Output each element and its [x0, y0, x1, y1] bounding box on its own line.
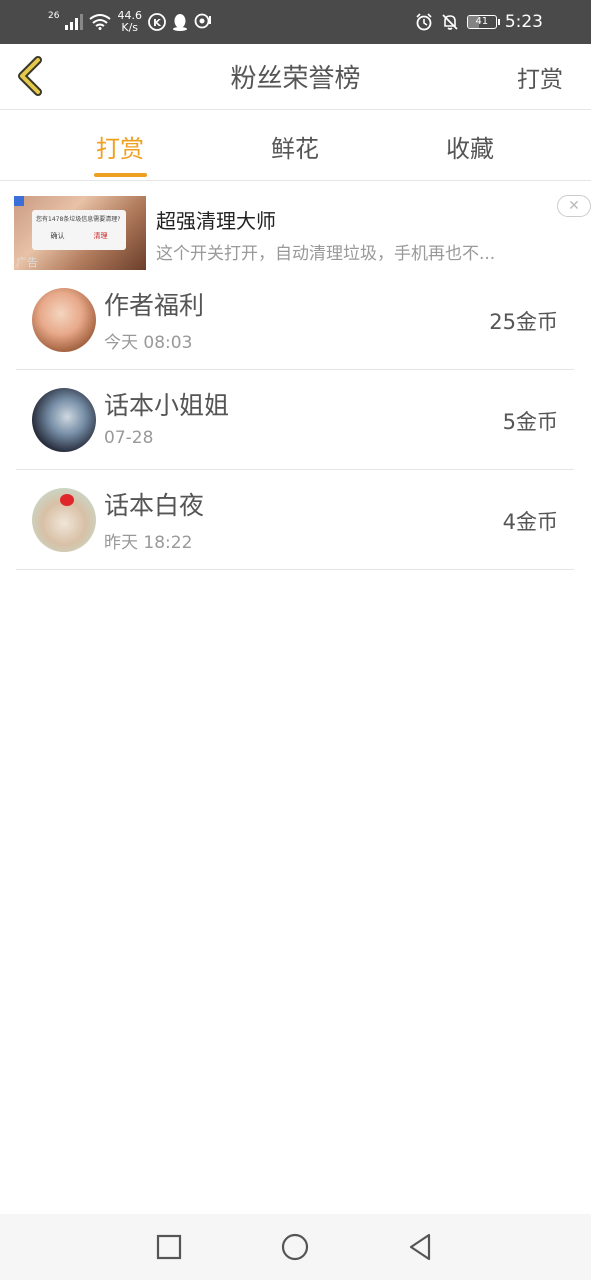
tab-favorites[interactable]: 收藏	[410, 129, 530, 164]
supporter-list: 作者福利 今天 08:03 25金币 话本小姐姐 07-28 5金币 话本白夜 …	[16, 270, 574, 570]
ad-image-clean: 清理	[93, 232, 108, 240]
clock: 5:23	[504, 12, 543, 32]
ad-image-dialog-text: 您有1478条垃圾信息需要清理?	[36, 216, 121, 223]
network-type: 26	[48, 11, 60, 21]
triangle-back-icon[interactable]	[405, 1232, 435, 1262]
wifi-icon	[89, 14, 112, 30]
ad-title[interactable]: 超强清理大师	[156, 205, 276, 234]
ad-description[interactable]: 这个开关打开，自动清理垃圾，手机再也不...	[156, 239, 546, 264]
qq-icon	[172, 14, 187, 31]
user-name: 话本小姐姐	[104, 391, 230, 420]
tab-flowers[interactable]: 鲜花	[235, 129, 355, 164]
ad-image[interactable]: 您有1478条垃圾信息需要清理? 确认 清理 广告	[14, 196, 146, 270]
status-left: 26 44.6 K/s K	[48, 6, 212, 38]
ad-tag-icon	[14, 196, 24, 206]
avatar[interactable]	[32, 288, 96, 352]
tab-bar: 打赏 鲜花 收藏	[0, 111, 591, 181]
svg-text:K: K	[153, 18, 162, 29]
signal-icon	[65, 14, 84, 30]
system-nav-bar	[0, 1214, 591, 1280]
square-icon[interactable]	[154, 1232, 184, 1262]
alarm-icon	[416, 13, 432, 31]
speed-unit: K/s	[121, 21, 139, 34]
ad-label: 广告	[16, 256, 38, 269]
status-right: 41 5:23	[415, 6, 543, 38]
reward-amount: 5金币	[502, 410, 558, 434]
user-name: 话本白夜	[104, 491, 205, 520]
battery-indicator: 41	[466, 15, 500, 29]
page-title: 粉丝荣誉榜	[230, 64, 361, 94]
reward-time: 昨天 18:22	[104, 533, 193, 553]
mute-bell-icon	[442, 14, 458, 30]
ad-banner[interactable]: 您有1478条垃圾信息需要清理? 确认 清理 广告 超强清理大师 这个开关打开，…	[14, 193, 591, 273]
ad-image-dialog: 您有1478条垃圾信息需要清理? 确认 清理	[32, 210, 126, 250]
tab-reward[interactable]: 打赏	[60, 129, 180, 164]
close-icon[interactable]: ✕	[557, 195, 591, 217]
battery-level: 41	[475, 16, 489, 27]
header: 粉丝荣誉榜 打赏	[0, 44, 591, 110]
user-name: 作者福利	[104, 291, 205, 320]
ad-image-confirm: 确认	[50, 232, 65, 240]
active-tab-indicator	[94, 173, 147, 177]
reward-amount: 4金币	[502, 510, 558, 534]
reward-time: 07-28	[104, 428, 154, 448]
avatar[interactable]	[32, 488, 96, 552]
list-item[interactable]: 作者福利 今天 08:03 25金币	[16, 270, 574, 370]
location-icon	[194, 13, 211, 29]
network-speed: 44.6 K/s	[117, 10, 142, 34]
avatar[interactable]	[32, 388, 96, 452]
circle-icon[interactable]	[280, 1232, 310, 1262]
list-item[interactable]: 话本小姐姐 07-28 5金币	[16, 370, 574, 470]
list-item[interactable]: 话本白夜 昨天 18:22 4金币	[16, 470, 574, 570]
reward-amount: 25金币	[489, 310, 558, 334]
k-app-icon: K	[148, 13, 166, 31]
status-bar: 26 44.6 K/s K 41 5:23	[0, 0, 591, 44]
reward-button[interactable]: 打赏	[517, 60, 563, 94]
reward-time: 今天 08:03	[104, 333, 193, 353]
